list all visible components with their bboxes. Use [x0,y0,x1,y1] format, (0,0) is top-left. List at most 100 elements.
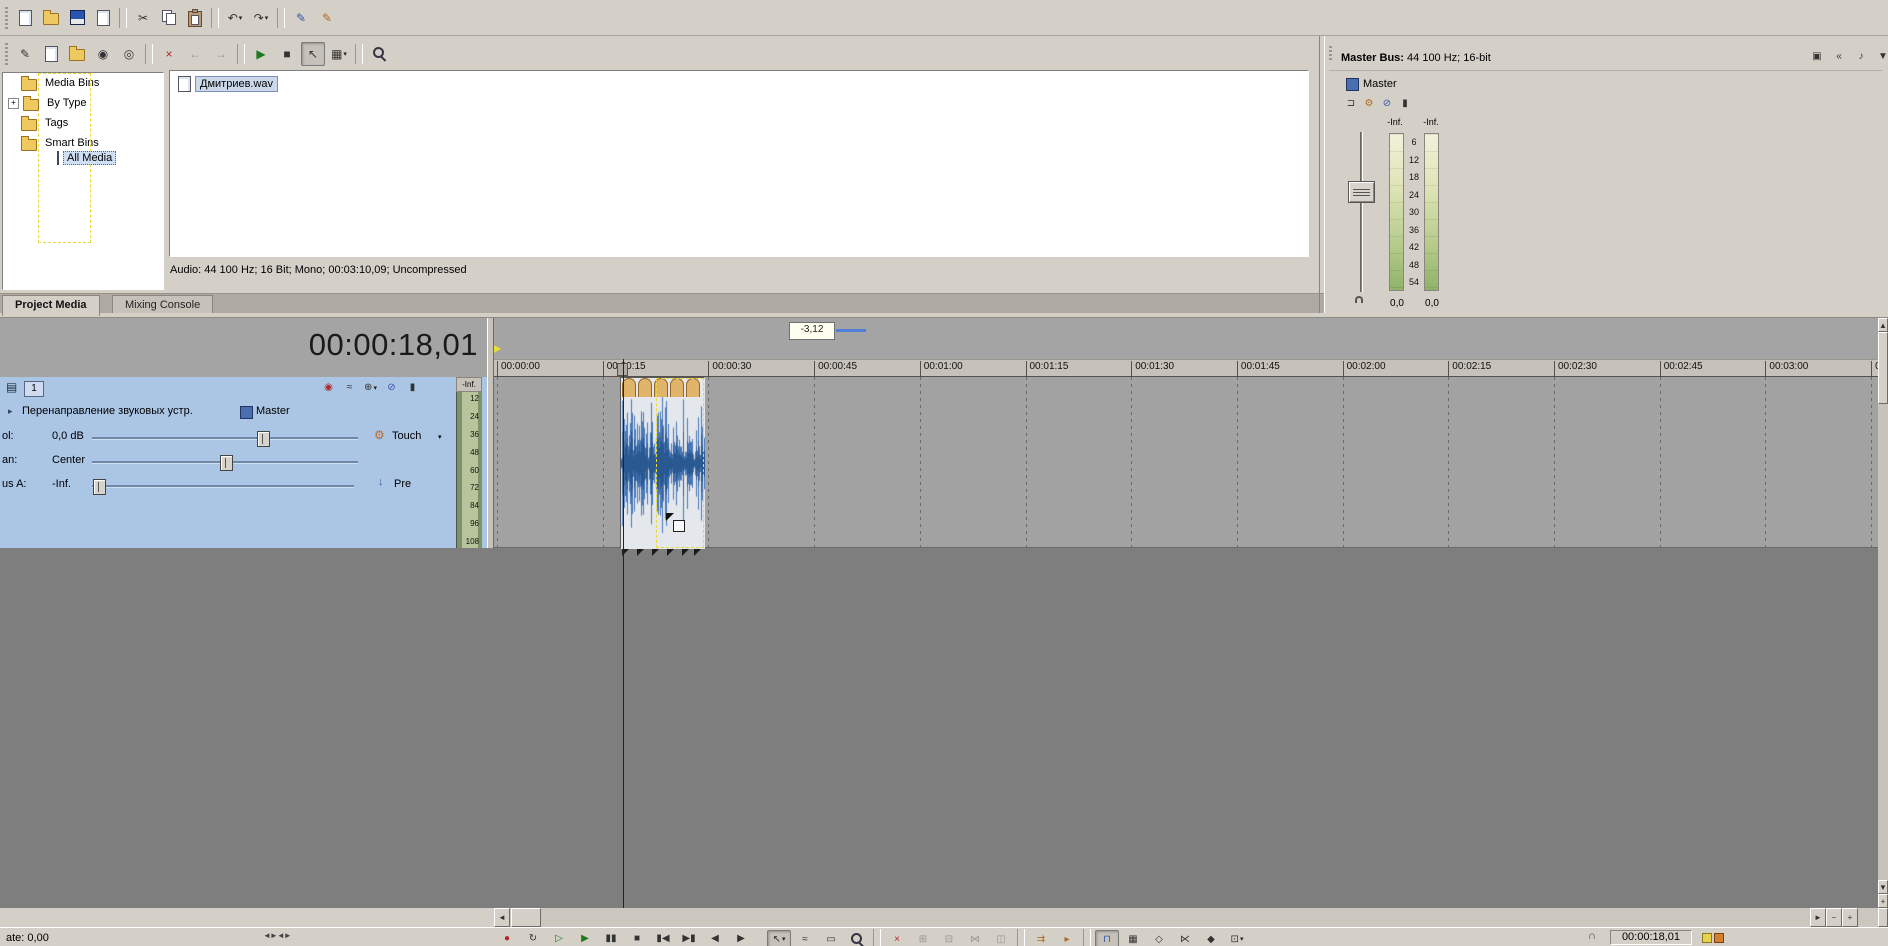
track-envelope-icon[interactable]: ≈ [340,379,359,396]
open-project-icon[interactable] [39,6,63,30]
scroll-right-button[interactable]: ► [1810,908,1826,927]
ungroup-button[interactable]: ⊟ [937,930,961,946]
previous-frame-button[interactable]: ◀ [703,929,727,946]
next-frame-button[interactable]: ▶ [729,929,753,946]
bus-assign-icon[interactable] [240,406,253,419]
output-routing-icon[interactable]: ⊐ [1342,95,1360,111]
mute-icon[interactable]: ⊘ [382,379,401,396]
zoom-in-button[interactable]: + [1842,908,1858,927]
snap-to-grid-button[interactable]: ▦ [1121,930,1145,946]
envelope-edit-tool-button[interactable]: ≈ [793,930,817,946]
copy-icon[interactable] [157,6,181,30]
vertical-zoom-button[interactable]: + [1878,894,1888,908]
pan-slider-handle[interactable] [220,455,233,471]
media-tree-item[interactable]: All Media [38,73,117,243]
volume-value[interactable]: 0,0 dB [52,430,84,442]
new-project-icon[interactable] [13,6,37,30]
play-button[interactable]: ▶ [573,929,597,946]
media-properties-icon[interactable] [39,42,63,66]
zoom-edit-tool-button[interactable] [845,930,869,946]
current-time-display[interactable]: 00:00:18,01 [120,327,478,371]
insert-fx-icon[interactable]: ⚙ [1360,95,1378,111]
automation-gear-icon[interactable]: ⚙ [374,428,385,442]
audio-event[interactable] [620,377,705,549]
stop-button[interactable]: ■ [625,929,649,946]
master-fader-groove[interactable] [1360,132,1363,292]
speaker-icon[interactable]: ♪ [1851,47,1871,65]
transport-time-display[interactable]: 00:00:18,01 [1610,930,1692,945]
horizontal-scroll-thumb[interactable] [511,908,541,927]
preview-play-icon[interactable]: ▶ [249,42,273,66]
stretch-handle[interactable] [652,549,659,556]
pin-panel-icon[interactable]: ▼ [1873,47,1888,65]
track-list-icon[interactable]: ▤ [6,380,17,394]
media-bin-back-icon[interactable]: ← [183,42,207,66]
bus-a-slider[interactable] [92,485,354,488]
redo-icon[interactable]: ↷ ▾ [249,6,273,30]
auto-crossfade-button[interactable]: ⋉ [1173,930,1197,946]
panel-grip[interactable] [1329,46,1332,62]
bus-a-slider-handle[interactable] [93,479,106,495]
project-properties-icon[interactable] [91,6,115,30]
media-file-list[interactable]: Дмитриев.wav [169,70,1309,257]
save-project-icon[interactable] [65,6,89,30]
horizontal-scrollbar[interactable]: ◄ ► − + [494,908,1878,927]
play-from-start-button[interactable]: ▷ [547,929,571,946]
expander-icon[interactable]: + [8,97,19,109]
media-file-item[interactable]: Дмитриев.wav [178,76,279,92]
scroll-down-button[interactable]: ▼ [1878,880,1888,894]
undo-icon[interactable]: ↶ ▾ [223,6,247,30]
capture-video-icon[interactable]: ◉ [91,42,115,66]
stretch-handle[interactable] [682,549,689,556]
chevron-down-icon[interactable]: ▾ [438,433,442,441]
ripple-edit-button[interactable]: ⇉ [1029,930,1053,946]
event-fx-button[interactable]: ⊡ ▾ [1225,930,1249,946]
mute-icon[interactable]: ⊘ [1378,95,1396,111]
insert-marker-button[interactable]: ▸ [1055,930,1079,946]
media-bin-forward-icon[interactable]: → [209,42,233,66]
remove-media-icon[interactable]: × [157,42,181,66]
stretch-handle[interactable] [637,549,644,556]
volume-slider[interactable] [92,437,358,440]
toolbar-grip[interactable] [5,6,8,29]
quantize-to-frames-button[interactable]: ◆ [1199,930,1223,946]
edit-details-icon[interactable]: ✎ [13,42,37,66]
region-flag-icon[interactable] [1714,933,1724,943]
search-media-icon[interactable] [367,42,391,66]
envelope-segment[interactable] [836,329,866,332]
bus-a-value[interactable]: -Inf. [52,478,71,490]
split-button[interactable]: ⋈ [963,930,987,946]
loop-playback-button[interactable]: ↻ [521,929,545,946]
dock-arrows-icon[interactable]: « [1829,47,1849,65]
time-ruler[interactable]: 00:00:0000:00:1500:00:3000:00:4500:01:00… [494,359,1878,377]
bus-assign-label[interactable]: Master [256,405,290,417]
marker-flag-icon[interactable] [1702,933,1712,943]
selection-edit-tool-button[interactable]: ▭ [819,930,843,946]
automation-mode-label[interactable]: Touch [392,430,421,442]
scroll-up-button[interactable]: ▲ [1878,318,1888,332]
take-bump[interactable] [638,378,652,397]
device-arrow-icon[interactable]: ▸ [8,406,13,417]
tab-project-media[interactable]: Project Media [2,295,100,316]
marker-bar[interactable] [494,318,1878,359]
zoom-out-button[interactable]: − [1826,908,1842,927]
enable-snapping-button[interactable]: ⊓ [1095,930,1119,946]
insert-fx-icon[interactable]: ⊕ ▾ [361,379,380,396]
vertical-scroll-thumb[interactable] [1878,332,1888,404]
record-arm-icon[interactable]: ◉ [319,379,338,396]
normal-edit-tool-button[interactable]: ↖ ▾ [767,930,791,946]
get-web-media-icon[interactable]: ◎ [117,42,141,66]
scroll-left-button[interactable]: ◄ [494,908,510,927]
pause-button[interactable]: ▮▮ [599,929,623,946]
tab-mixing-console[interactable]: Mixing Console [112,295,214,315]
stretch-handle[interactable] [694,549,701,556]
master-fader-handle[interactable] [1348,181,1375,203]
stretch-handle[interactable] [667,549,674,556]
auto-preview-icon[interactable]: ↖ [301,41,325,66]
snap-to-markers-button[interactable]: ◇ [1147,930,1171,946]
group-button[interactable]: ⊞ [911,930,935,946]
toolbar-grip[interactable] [5,42,8,65]
playhead[interactable] [623,359,624,908]
cut-icon[interactable]: ✂ [131,6,155,30]
rate-scrubber[interactable]: ◄►◄► [263,931,292,940]
